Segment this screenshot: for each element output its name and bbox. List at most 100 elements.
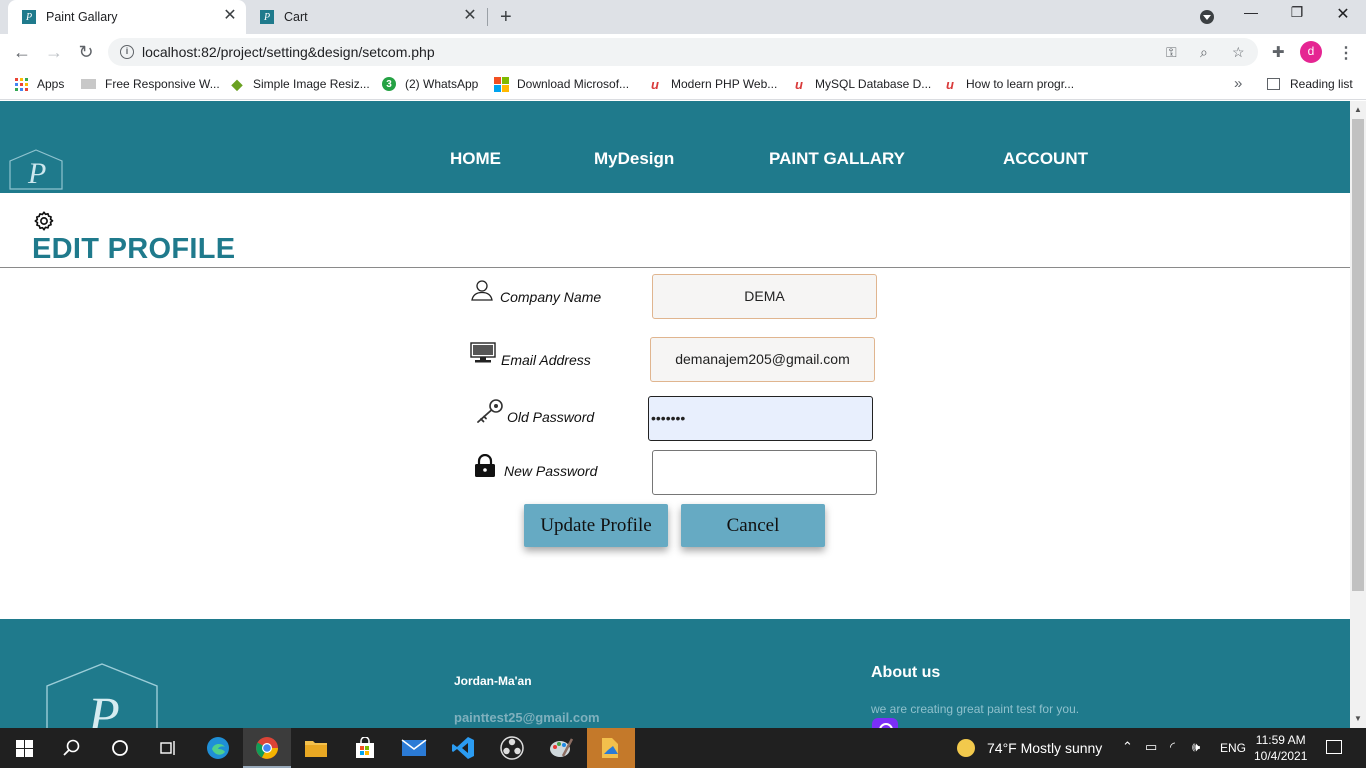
- site-logo-icon[interactable]: P: [6, 147, 66, 193]
- company-name-label: Company Name: [500, 289, 602, 305]
- bookmark-modern-php[interactable]: u Modern PHP Web...: [648, 76, 778, 92]
- computer-monitor-icon: [470, 342, 496, 363]
- tab-cart[interactable]: P Cart ✕: [248, 0, 486, 34]
- bookmark-learn-programming[interactable]: u How to learn progr...: [943, 76, 1074, 92]
- close-tab-icon[interactable]: ✕: [222, 8, 238, 24]
- zoom-icon[interactable]: ⌕: [1200, 44, 1208, 61]
- forward-arrow-icon[interactable]: →: [44, 42, 64, 62]
- scrollbar-thumb[interactable]: [1352, 119, 1364, 591]
- nav-mydesign-link[interactable]: MyDesign: [594, 149, 674, 169]
- udemy-favicon-icon: u: [795, 76, 803, 92]
- battery-icon[interactable]: ▭: [1145, 739, 1157, 755]
- reading-list-button[interactable]: Reading list: [1267, 77, 1353, 91]
- bookmark-mysql[interactable]: u MySQL Database D...: [792, 76, 932, 92]
- title-divider: [0, 267, 1350, 268]
- paint-app-icon[interactable]: [537, 728, 585, 768]
- obs-studio-icon[interactable]: [488, 728, 536, 768]
- bookmark-microsoft[interactable]: Download Microsof...: [493, 77, 629, 92]
- search-icon[interactable]: [48, 728, 96, 768]
- bookmark-label: Modern PHP Web...: [671, 77, 778, 91]
- company-name-input[interactable]: DEMA: [652, 274, 877, 319]
- close-tab-icon[interactable]: ✕: [462, 8, 478, 24]
- edge-browser-icon[interactable]: [194, 728, 242, 768]
- bookmark-image-resizer[interactable]: ◆ Simple Image Resiz...: [230, 76, 370, 92]
- footer-about-text: we are creating great paint test for you…: [871, 702, 1080, 716]
- clock[interactable]: 11:59 AM 10/4/2021: [1254, 732, 1307, 764]
- microsoft-logo-icon: [493, 77, 509, 92]
- site-navbar: P HOME MyDesign PAINT GALLARY ACCOUNT: [0, 101, 1350, 193]
- volume-icon[interactable]: 🕪: [1192, 739, 1200, 755]
- file-explorer-icon[interactable]: [292, 728, 340, 768]
- lock-icon: [475, 454, 495, 477]
- reading-list-icon: [1267, 78, 1280, 90]
- wifi-icon[interactable]: ◜: [1170, 739, 1175, 755]
- scroll-down-arrow-icon[interactable]: ▼: [1354, 714, 1362, 723]
- close-window-icon[interactable]: ✕: [1332, 4, 1354, 24]
- update-profile-button[interactable]: Update Profile: [524, 504, 668, 547]
- mail-icon[interactable]: [390, 728, 438, 768]
- more-bookmarks-icon[interactable]: »: [1234, 75, 1242, 92]
- whatsapp-badge-icon: 3: [382, 77, 396, 91]
- settings-gear-icon: [34, 211, 54, 231]
- site-footer: P Jordan-Ma'an painttest25@gmail.com Abo…: [0, 619, 1350, 728]
- instagram-icon[interactable]: [872, 718, 898, 728]
- weather-sun-icon: [957, 739, 975, 757]
- bookmark-free-responsive[interactable]: Free Responsive W...: [81, 77, 220, 91]
- weather-widget[interactable]: 74°F Mostly sunny: [957, 739, 1102, 757]
- clock-time: 11:59 AM: [1255, 733, 1306, 747]
- new-tab-plus-icon[interactable]: +: [500, 6, 512, 29]
- minimize-window-icon[interactable]: —: [1240, 4, 1262, 20]
- key-icon[interactable]: ⚿: [1166, 44, 1177, 61]
- folder-app-icon[interactable]: [587, 728, 635, 768]
- site-favicon-icon: P: [260, 10, 274, 24]
- bookmark-label: Free Responsive W...: [105, 77, 220, 91]
- bookmark-star-icon[interactable]: ☆: [1232, 44, 1245, 61]
- nav-home-link[interactable]: HOME: [450, 149, 501, 169]
- bookmark-apps[interactable]: Apps: [15, 77, 64, 91]
- udemy-favicon-icon: u: [946, 76, 954, 92]
- notifications-icon[interactable]: [1326, 740, 1342, 754]
- bookmark-whatsapp[interactable]: 3 (2) WhatsApp: [382, 77, 478, 91]
- tab-divider: [487, 8, 488, 26]
- language-indicator[interactable]: ENG: [1220, 741, 1246, 755]
- url-text[interactable]: localhost:82/project/setting&design/setc…: [142, 44, 435, 60]
- tab-paint-gallary[interactable]: P Paint Gallary ✕: [8, 0, 246, 34]
- extensions-puzzle-icon[interactable]: ✚: [1272, 43, 1285, 61]
- cortana-icon[interactable]: [96, 728, 144, 768]
- profile-avatar[interactable]: d: [1300, 41, 1322, 63]
- chrome-browser-icon[interactable]: [243, 728, 291, 768]
- browser-tab-bar: P Paint Gallary ✕ P Cart ✕ + — ❐ ✕: [0, 0, 1366, 34]
- show-hidden-icons-chevron-icon[interactable]: ⌃: [1122, 739, 1133, 755]
- nav-paint-gallary-link[interactable]: PAINT GALLARY: [769, 149, 905, 169]
- address-bar[interactable]: i localhost:82/project/setting&design/se…: [108, 38, 1258, 66]
- restore-window-icon[interactable]: ❐: [1286, 4, 1308, 21]
- cancel-button[interactable]: Cancel: [681, 504, 825, 547]
- tab-search-icon[interactable]: [1200, 10, 1214, 24]
- email-address-input[interactable]: demanajem205@gmail.com: [650, 337, 875, 382]
- reload-icon[interactable]: ↻: [76, 42, 96, 62]
- vscode-icon[interactable]: [439, 728, 487, 768]
- windows-start-icon[interactable]: [0, 728, 48, 768]
- page-viewport: P HOME MyDesign PAINT GALLARY ACCOUNT ED…: [0, 101, 1350, 728]
- old-password-input[interactable]: •••••••: [648, 396, 873, 441]
- microsoft-store-icon[interactable]: [341, 728, 389, 768]
- back-arrow-icon[interactable]: ←: [12, 42, 32, 62]
- footer-logo-icon: P: [46, 663, 158, 728]
- footer-about-heading: About us: [871, 664, 941, 681]
- udemy-favicon-icon: u: [651, 76, 659, 92]
- bookmarks-bar: Apps Free Responsive W... ◆ Simple Image…: [0, 70, 1366, 100]
- browser-menu-icon[interactable]: ⋮: [1338, 43, 1354, 63]
- new-password-input[interactable]: [652, 450, 877, 495]
- footer-email-link[interactable]: painttest25@gmail.com: [454, 710, 600, 725]
- bookmark-label: Simple Image Resiz...: [253, 77, 370, 91]
- nav-account-link[interactable]: ACCOUNT: [1003, 149, 1088, 169]
- task-view-icon[interactable]: [144, 728, 192, 768]
- email-address-label: Email Address: [501, 352, 591, 368]
- svg-text:P: P: [27, 157, 46, 190]
- page-scrollbar[interactable]: ▲ ▼: [1350, 101, 1366, 728]
- site-info-icon[interactable]: i: [120, 45, 134, 59]
- page-favicon-icon: [81, 79, 96, 89]
- windows-taskbar: 74°F Mostly sunny ⌃ ▭ ◜ 🕪 ENG 11:59 AM 1…: [0, 728, 1366, 768]
- scroll-up-arrow-icon[interactable]: ▲: [1354, 105, 1362, 114]
- bookmark-label: MySQL Database D...: [815, 77, 932, 91]
